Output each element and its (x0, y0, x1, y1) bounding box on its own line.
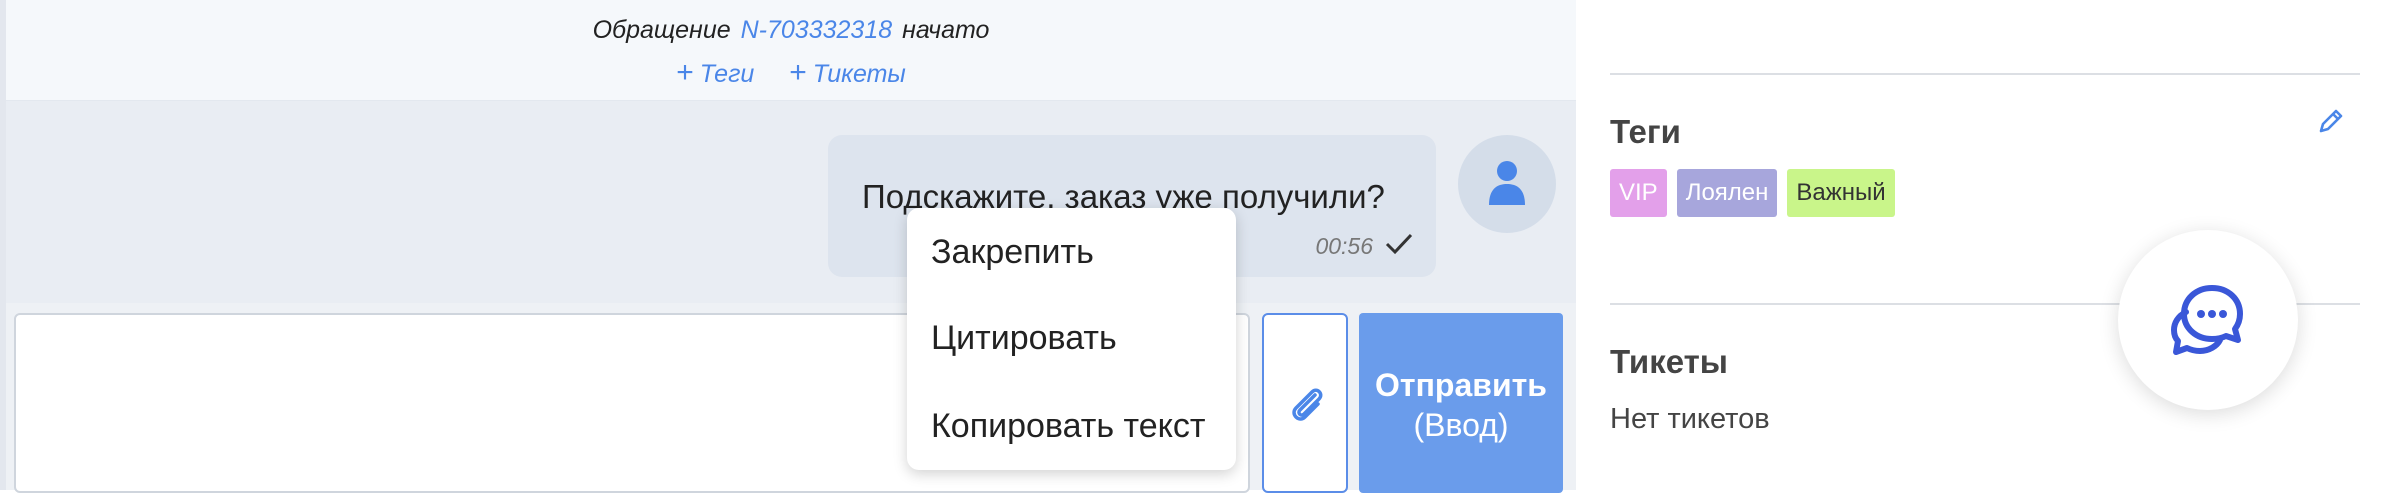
start-prefix: Обращение (592, 16, 731, 44)
tags-section-title: Теги (1610, 113, 1681, 150)
add-tickets-label: Тикеты (812, 60, 906, 88)
ticket-id-link[interactable]: N-703332318 (741, 16, 893, 44)
checkmark-icon (1385, 233, 1413, 255)
tickets-empty-text: Нет тикетов (1610, 403, 1770, 435)
conversation-start-actions: + Теги + Тикеты (6, 56, 1576, 90)
attach-button[interactable] (1262, 313, 1348, 493)
chat-bubble-icon (2171, 285, 2243, 355)
send-button[interactable]: Отправить (Ввод) (1359, 313, 1563, 493)
add-tags-link[interactable]: + Теги (676, 56, 755, 89)
send-label: Отправить (1375, 367, 1547, 403)
tag-chip[interactable]: Лоялен (1676, 169, 1778, 217)
add-tags-label: Теги (699, 60, 755, 88)
message-context-menu: Закрепить Цитировать Копировать текст (907, 208, 1236, 470)
plus-icon: + (789, 56, 807, 89)
tag-chip[interactable]: Важный (1787, 169, 1895, 217)
add-tickets-link[interactable]: + Тикеты (789, 56, 906, 89)
tag-chip[interactable]: VIP (1610, 169, 1667, 217)
menu-item-quote[interactable]: Цитировать (907, 308, 1236, 368)
message-time: 00:56 (1315, 233, 1373, 259)
menu-item-copy-text[interactable]: Копировать текст (907, 396, 1236, 456)
tickets-section-title: Тикеты (1610, 343, 1728, 380)
send-hint: (Ввод) (1413, 407, 1509, 443)
sidebar-divider (1610, 73, 2360, 75)
start-suffix: начато (902, 16, 990, 44)
tags-list: VIP Лоялен Важный (1610, 169, 1895, 217)
menu-item-pin[interactable]: Закрепить (907, 222, 1236, 282)
plus-icon: + (676, 56, 694, 89)
avatar (1458, 135, 1556, 233)
paperclip-icon (1292, 388, 1323, 421)
chat-widget-button[interactable] (2118, 230, 2298, 410)
conversation-start-line: Обращение N-703332318 начато (6, 16, 1576, 45)
user-icon (1489, 161, 1525, 205)
pencil-icon[interactable] (2316, 106, 2346, 136)
conversation-start-banner: Обращение N-703332318 начато + Теги + Тикеты (6, 0, 1576, 101)
